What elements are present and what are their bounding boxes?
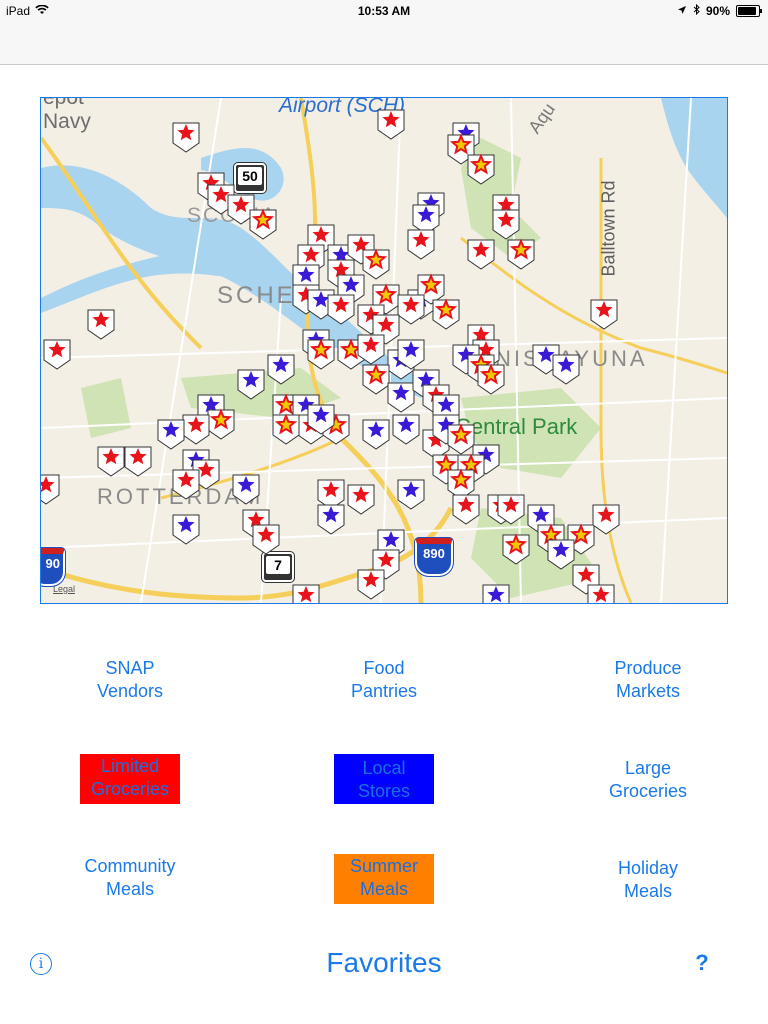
local-store-marker[interactable] — [547, 539, 575, 570]
local-store-marker[interactable] — [172, 514, 200, 545]
limited-grocery-marker[interactable] — [43, 339, 71, 370]
summer-meal-marker[interactable] — [432, 298, 460, 330]
location-arrow-icon — [677, 4, 687, 18]
holiday-meals-label-1: Holiday — [617, 858, 679, 878]
bluetooth-icon — [693, 3, 700, 18]
limited-grocery-marker[interactable] — [172, 122, 200, 153]
community-meals-label-1: Community — [84, 856, 176, 876]
limited-groceries-button[interactable]: Limited Groceries — [80, 754, 180, 804]
local-store-marker[interactable] — [397, 479, 425, 510]
limited-grocery-marker[interactable] — [407, 229, 435, 260]
summer-meal-marker[interactable] — [362, 248, 390, 280]
limited-grocery-marker[interactable] — [587, 584, 615, 603]
summer-meal-marker[interactable] — [362, 363, 390, 395]
large-groceries-label-2: Groceries — [608, 781, 688, 801]
local-store-marker[interactable] — [267, 354, 295, 385]
local-store-marker[interactable] — [237, 369, 265, 400]
local-stores-label-1: Local — [362, 758, 406, 778]
produce-markets-label-2: Markets — [615, 681, 680, 701]
summer-meals-label-2: Meals — [359, 879, 408, 899]
summer-meals-button[interactable]: Summer Meals — [334, 854, 434, 904]
navigation-bar — [0, 22, 768, 65]
limited-grocery-marker[interactable] — [87, 309, 115, 340]
status-bar: iPad 10:53 AM 90% — [0, 0, 768, 22]
snap-vendors-label-1: SNAP — [105, 658, 155, 678]
summer-meal-marker[interactable] — [249, 208, 277, 240]
food-pantries-button[interactable]: Food Pantries — [314, 657, 454, 703]
limited-grocery-marker[interactable] — [590, 299, 618, 330]
summer-meal-marker[interactable] — [272, 413, 300, 445]
produce-markets-label-1: Produce — [614, 658, 682, 678]
limited-grocery-marker[interactable] — [492, 209, 520, 240]
produce-markets-button[interactable]: Produce Markets — [578, 657, 718, 703]
local-store-marker[interactable] — [387, 382, 415, 413]
food-pantries-label-2: Pantries — [350, 681, 418, 701]
limited-grocery-marker[interactable] — [377, 109, 405, 140]
limited-grocery-marker[interactable] — [41, 474, 60, 505]
limited-grocery-marker[interactable] — [452, 494, 480, 525]
limited-grocery-marker[interactable] — [252, 524, 280, 555]
info-icon[interactable]: i — [30, 953, 52, 975]
limited-grocery-marker[interactable] — [357, 569, 385, 600]
summer-meal-marker[interactable] — [207, 408, 235, 440]
food-pantries-label-1: Food — [363, 658, 405, 678]
local-stores-label-2: Stores — [357, 781, 411, 801]
holiday-meals-label-2: Meals — [623, 881, 672, 901]
summer-meal-marker[interactable] — [447, 423, 475, 455]
battery-icon — [736, 5, 762, 17]
limited-groceries-label-1: Limited — [100, 756, 160, 776]
snap-vendors-label-2: Vendors — [96, 681, 164, 701]
help-button[interactable]: ? — [690, 950, 714, 976]
community-meals-button[interactable]: Community Meals — [60, 855, 200, 901]
summer-meal-marker[interactable] — [507, 238, 535, 270]
limited-grocery-marker[interactable] — [124, 446, 152, 477]
limited-grocery-marker[interactable] — [592, 504, 620, 535]
limited-grocery-marker[interactable] — [172, 469, 200, 500]
holiday-meals-button[interactable]: Holiday Meals — [578, 857, 718, 903]
summer-meal-marker[interactable] — [467, 153, 495, 185]
limited-grocery-marker[interactable] — [182, 414, 210, 445]
local-store-marker[interactable] — [157, 419, 185, 450]
local-store-marker[interactable] — [392, 414, 420, 445]
local-store-marker[interactable] — [362, 419, 390, 450]
summer-meals-label-1: Summer — [349, 856, 418, 876]
local-store-marker[interactable] — [482, 584, 510, 603]
map-view[interactable]: epot Navy Airport (SCH) Aqu Balltown Rd … — [40, 97, 728, 604]
summer-meal-marker[interactable] — [307, 338, 335, 370]
community-meals-label-2: Meals — [105, 879, 154, 899]
local-store-marker[interactable] — [232, 474, 260, 505]
large-groceries-label-1: Large — [624, 758, 672, 778]
battery-percent: 90% — [705, 4, 730, 18]
limited-grocery-marker[interactable] — [397, 294, 425, 325]
limited-grocery-marker[interactable] — [292, 584, 320, 603]
status-time: 10:53 AM — [357, 4, 411, 18]
map-markers — [41, 109, 620, 603]
limited-groceries-label-2: Groceries — [90, 779, 170, 799]
limited-grocery-marker[interactable] — [97, 446, 125, 477]
summer-meal-marker[interactable] — [477, 363, 505, 395]
local-store-marker[interactable] — [317, 504, 345, 535]
limited-grocery-marker[interactable] — [467, 239, 495, 270]
favorites-button[interactable]: Favorites — [300, 947, 468, 979]
large-groceries-button[interactable]: Large Groceries — [578, 757, 718, 803]
limited-grocery-marker[interactable] — [347, 484, 375, 515]
local-stores-button[interactable]: Local Stores — [334, 754, 434, 804]
summer-meal-marker[interactable] — [502, 533, 530, 565]
local-store-marker[interactable] — [552, 354, 580, 385]
snap-vendors-button[interactable]: SNAP Vendors — [60, 657, 200, 703]
limited-grocery-marker[interactable] — [327, 294, 355, 325]
